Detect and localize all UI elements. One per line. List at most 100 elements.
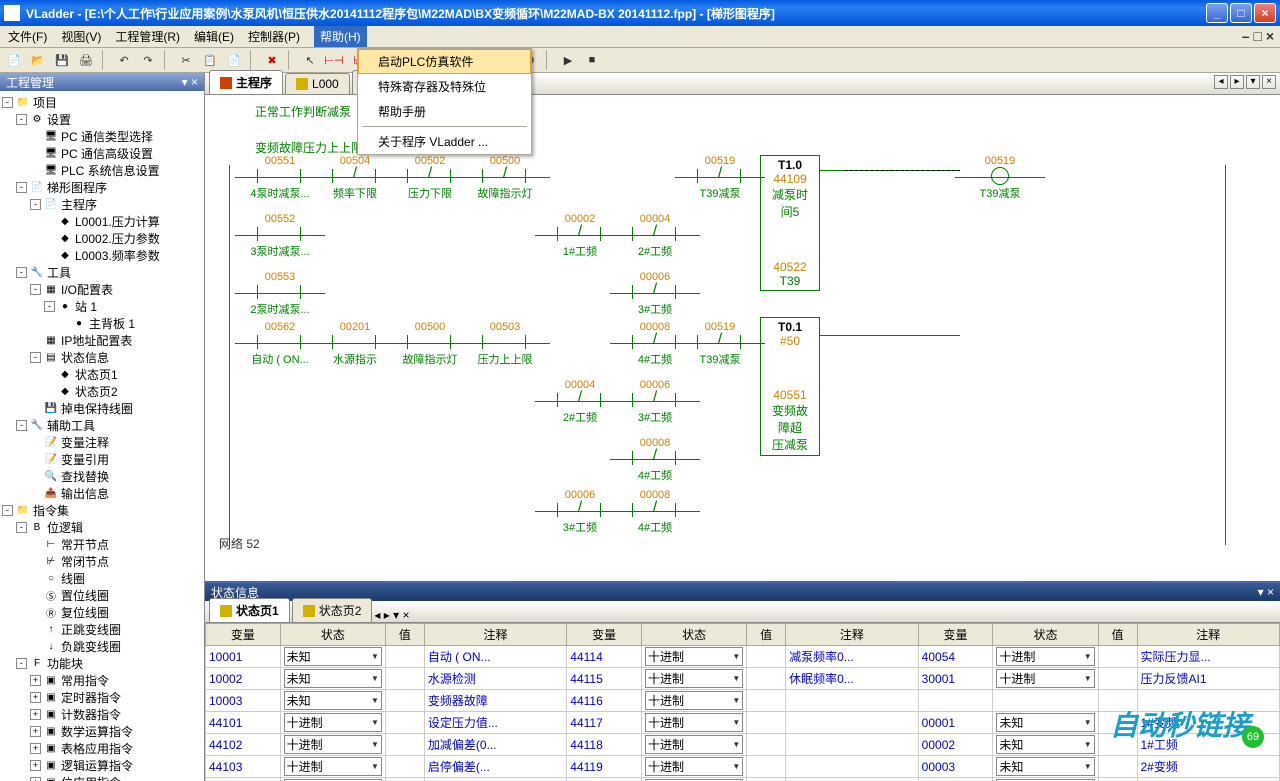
tree-expand-icon[interactable]: -	[16, 658, 27, 669]
tree-node[interactable]: +▣计数器指令	[2, 706, 202, 722]
status-cell[interactable]: 自动 ( ON...	[424, 646, 566, 668]
status-cell[interactable]: 30001	[918, 668, 993, 690]
tb-save-icon[interactable]: 💾	[52, 50, 72, 70]
tab-list-icon[interactable]: ▾	[393, 608, 399, 622]
tree-expand-icon[interactable]: +	[30, 675, 41, 686]
ladder-element[interactable]: 00004/2#工频	[620, 213, 690, 259]
status-cell[interactable]	[747, 646, 786, 668]
status-cell[interactable]	[786, 778, 919, 781]
tree-node[interactable]: 📤输出信息	[2, 485, 202, 501]
tree-node[interactable]: -⚙设置	[2, 111, 202, 127]
status-cell[interactable]	[747, 690, 786, 712]
status-cell[interactable]: 启停偏差(...	[424, 756, 566, 778]
ladder-element[interactable]: 00201水源指示	[320, 321, 390, 367]
status-cell[interactable]: 未知▼	[280, 668, 385, 690]
status-combo[interactable]: 十进制▼	[996, 669, 1094, 688]
status-cell[interactable]: 十进制▼	[993, 646, 1098, 668]
status-column-header[interactable]: 状态	[993, 624, 1098, 646]
tree-expand-icon[interactable]: -	[16, 182, 27, 193]
close-button[interactable]: ×	[1254, 3, 1276, 23]
tree-node[interactable]: -📁指令集	[2, 502, 202, 518]
ladder-element[interactable]: 00502/压力下限	[395, 155, 465, 201]
status-cell[interactable]: 十进制▼	[280, 778, 385, 781]
tree-node[interactable]: -🔧工具	[2, 264, 202, 280]
status-cell[interactable]	[385, 756, 424, 778]
ladder-diagram[interactable]: 正常工作判断减泵 变频故障压力上上限减泵 T1.0 44109 减泵时间5 40…	[205, 95, 1280, 581]
tree-expand-icon[interactable]: -	[2, 97, 13, 108]
status-column-header[interactable]: 状态	[280, 624, 385, 646]
status-cell[interactable]: 10001	[206, 646, 281, 668]
menu-about[interactable]: 关于程序 VLadder ...	[358, 129, 531, 154]
status-cell[interactable]: 44120	[567, 778, 642, 781]
tree-node[interactable]: ↓负跳变线圈	[2, 638, 202, 654]
status-cell[interactable]: 未知▼	[993, 712, 1098, 734]
status-column-header[interactable]: 变量	[918, 624, 993, 646]
tab-prev-icon[interactable]: ◂	[374, 608, 380, 622]
status-column-header[interactable]: 注释	[1137, 624, 1280, 646]
status-row[interactable]: 44104十进制▼44120十进制▼00004未知▼2#工频	[206, 778, 1280, 781]
status-cell[interactable]: 00004	[918, 778, 993, 781]
status-cell[interactable]	[747, 668, 786, 690]
tb-stop-icon[interactable]: ■	[582, 50, 602, 70]
tree-node[interactable]: +▣表格应用指令	[2, 740, 202, 756]
tree-expand-icon[interactable]: +	[30, 743, 41, 754]
tree-node[interactable]: -📁项目	[2, 94, 202, 110]
status-cell[interactable]: 40054	[918, 646, 993, 668]
status-cell[interactable]: 十进制▼	[641, 646, 746, 668]
tb-paste-icon[interactable]: 📄	[224, 50, 244, 70]
tree-node[interactable]: +▣位应用指令	[2, 774, 202, 781]
status-row[interactable]: 10001未知▼自动 ( ON...44114十进制▼减泵频率0...40054…	[206, 646, 1280, 668]
status-cell[interactable]: 00001	[918, 712, 993, 734]
tree-expand-icon[interactable]: -	[16, 267, 27, 278]
tb-undo-icon[interactable]: ↶	[114, 50, 134, 70]
tree-expand-icon[interactable]: -	[16, 114, 27, 125]
ladder-element[interactable]: 00500/故障指示灯	[470, 155, 540, 201]
tree-expand-icon[interactable]: +	[30, 692, 41, 703]
status-cell[interactable]	[385, 668, 424, 690]
tab-close-icon[interactable]: ×	[403, 608, 410, 622]
status-cell[interactable]	[385, 778, 424, 781]
tree-node[interactable]: ◆状态页2	[2, 383, 202, 399]
tree-node[interactable]: 🖥PLC 系统信息设置	[2, 162, 202, 178]
status-cell[interactable]: 十进制▼	[993, 668, 1098, 690]
status-close-icon[interactable]: ▾ ×	[1258, 585, 1274, 599]
tree-node[interactable]: 🔍查找替换	[2, 468, 202, 484]
tb-new-icon[interactable]: 📄	[4, 50, 24, 70]
status-cell[interactable]	[786, 712, 919, 734]
status-cell[interactable]: 00002	[918, 734, 993, 756]
status-cell[interactable]: 10003	[206, 690, 281, 712]
status-combo[interactable]: 十进制▼	[645, 735, 743, 754]
status-cell[interactable]	[786, 690, 919, 712]
status-cell[interactable]: 2#变频	[1137, 756, 1280, 778]
status-combo[interactable]: 十进制▼	[645, 669, 743, 688]
status-cell[interactable]: 44102	[206, 734, 281, 756]
tab-close-icon[interactable]: ×	[1262, 75, 1276, 89]
status-cell[interactable]: 未知▼	[993, 778, 1098, 781]
tree-node[interactable]: 💾掉电保持线圈	[2, 400, 202, 416]
status-cell[interactable]: 00003	[918, 756, 993, 778]
tree-expand-icon[interactable]: -	[16, 522, 27, 533]
tree-node[interactable]: -F功能块	[2, 655, 202, 671]
menu-help[interactable]: 帮助(H)	[314, 26, 367, 47]
status-cell[interactable]: 44119	[567, 756, 642, 778]
status-row[interactable]: 44103十进制▼启停偏差(...44119十进制▼00003未知▼2#变频	[206, 756, 1280, 778]
tree-node[interactable]: 🖥PC 通信类型选择	[2, 128, 202, 144]
tree-node[interactable]: -●站 1	[2, 298, 202, 314]
tree-expand-icon[interactable]: +	[30, 726, 41, 737]
tree-expand-icon[interactable]: -	[2, 505, 13, 516]
ladder-element[interactable]: 00006/3#工频	[545, 489, 615, 535]
status-cell[interactable]	[747, 734, 786, 756]
status-combo[interactable]: 未知▼	[996, 735, 1094, 754]
tree-node[interactable]: -📄梯形图程序	[2, 179, 202, 195]
status-tab-2[interactable]: 状态页2	[292, 598, 373, 622]
tree-node[interactable]: ▦IP地址配置表	[2, 332, 202, 348]
tree-node[interactable]: -📄主程序	[2, 196, 202, 212]
maximize-button[interactable]: □	[1230, 3, 1252, 23]
status-combo[interactable]: 十进制▼	[645, 691, 743, 710]
status-column-header[interactable]: 注释	[424, 624, 566, 646]
status-cell[interactable]: 44117	[567, 712, 642, 734]
status-cell[interactable]: 十进制▼	[641, 668, 746, 690]
menu-help-manual[interactable]: 帮助手册	[358, 99, 531, 124]
status-column-header[interactable]: 变量	[206, 624, 281, 646]
tree-node[interactable]: ⊬常闭节点	[2, 553, 202, 569]
